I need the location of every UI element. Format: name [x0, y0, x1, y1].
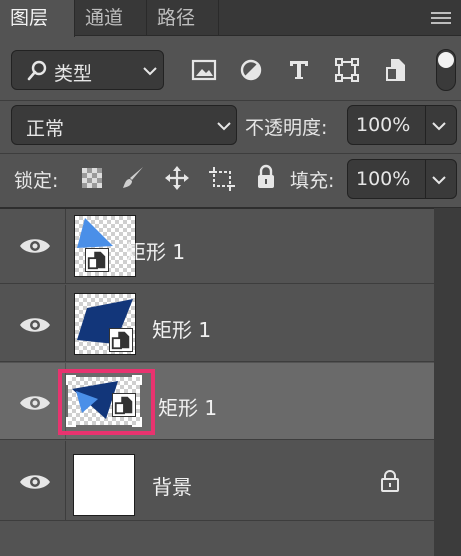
tab-layers[interactable]: 图层	[0, 0, 75, 37]
scrollbar[interactable]	[434, 208, 461, 556]
layer-thumbnail	[73, 454, 135, 516]
blend-mode-value: 正常	[26, 118, 65, 140]
tab-label: 通道	[85, 7, 124, 29]
layer-name[interactable]: 矩形 1	[152, 314, 211, 343]
lock-artboard-icon[interactable]	[208, 164, 236, 192]
eye-icon[interactable]	[18, 392, 52, 414]
eye-icon[interactable]	[18, 471, 52, 493]
opacity-label: 不透明度:	[245, 117, 328, 139]
fill-label: 填充:	[290, 170, 335, 192]
layer-lock-icon	[381, 470, 399, 492]
eye-icon[interactable]	[18, 235, 52, 257]
panel-tab-bar: 图层 通道 路径	[0, 0, 461, 37]
opacity-value: 100%	[356, 114, 411, 136]
adjustment-filter-icon[interactable]	[239, 58, 263, 82]
layer-name[interactable]: 矩形 1	[158, 392, 217, 421]
layer-name[interactable]: 背景	[152, 471, 192, 500]
filter-kind-select[interactable]: 类型	[11, 50, 164, 90]
layer-row[interactable]: 矩形 1	[0, 285, 434, 362]
tab-channels[interactable]: 通道	[75, 0, 147, 36]
lock-transparent-pixels-icon[interactable]	[81, 167, 103, 189]
panel-menu-icon[interactable]	[431, 12, 451, 25]
chevron-down-icon	[217, 122, 231, 131]
selection-corners-icon	[66, 375, 142, 427]
layer-thumbnail	[74, 293, 136, 355]
fill-value: 100%	[356, 168, 411, 190]
tab-label: 图层	[10, 7, 49, 29]
layers-list: 矩形 1 矩形 1 矩形 1 背景	[0, 209, 434, 556]
fill-field[interactable]: 100%	[347, 159, 457, 199]
smart-object-badge-icon	[85, 248, 109, 272]
smart-object-filter-icon[interactable]	[385, 57, 407, 83]
tab-paths[interactable]: 路径	[147, 0, 219, 36]
layer-name[interactable]: 矩形 1	[126, 236, 185, 265]
layer-row[interactable]: 背景	[0, 441, 434, 521]
layer-row[interactable]: 矩形 1	[0, 209, 434, 284]
lock-all-icon[interactable]	[255, 164, 277, 190]
tab-label: 路径	[157, 7, 196, 29]
search-icon	[27, 60, 47, 81]
filter-toggle-switch[interactable]	[436, 49, 456, 91]
lock-position-move-icon[interactable]	[164, 165, 190, 191]
type-filter-icon[interactable]	[287, 58, 311, 82]
smart-object-badge-icon	[109, 328, 133, 352]
chevron-down-icon[interactable]	[432, 175, 446, 185]
lock-label: 锁定:	[14, 170, 59, 192]
filter-kind-label: 类型	[54, 63, 93, 85]
lock-image-pixels-brush-icon[interactable]	[120, 165, 146, 191]
divider	[0, 153, 461, 154]
layer-thumbnail	[66, 375, 142, 427]
layer-row-selected[interactable]: 矩形 1	[0, 363, 434, 440]
shape-filter-icon[interactable]	[334, 57, 360, 83]
chevron-down-icon[interactable]	[432, 121, 446, 131]
blend-mode-select[interactable]: 正常	[11, 105, 237, 145]
image-filter-icon[interactable]	[191, 58, 217, 82]
eye-icon[interactable]	[18, 314, 52, 336]
divider	[0, 100, 461, 101]
opacity-field[interactable]: 100%	[347, 105, 457, 145]
chevron-down-icon	[143, 67, 157, 76]
